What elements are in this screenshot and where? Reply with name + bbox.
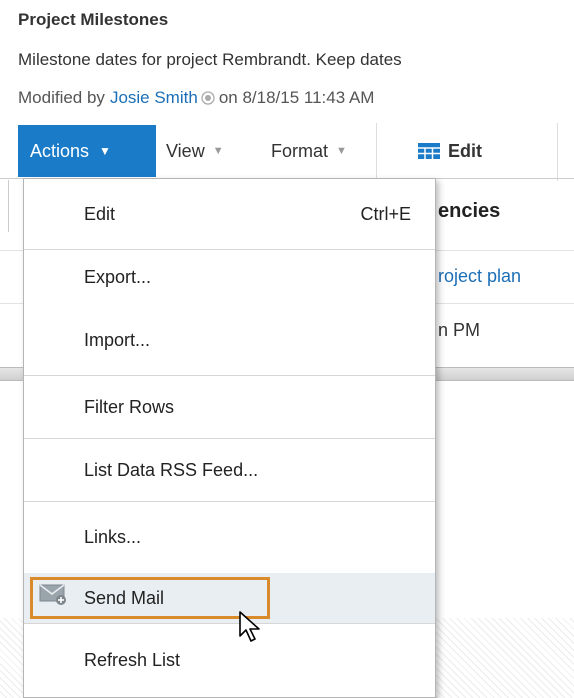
modified-info: Modified by Josie Smith on 8/18/15 11:43…: [18, 88, 374, 108]
menu-item-filter-rows[interactable]: Filter Rows: [24, 376, 435, 438]
modified-date: on 8/18/15 11:43 AM: [218, 88, 375, 107]
menu-item-links[interactable]: Links...: [24, 502, 435, 573]
page-title: Project Milestones: [18, 10, 169, 29]
actions-label: Actions: [30, 140, 90, 161]
menu-item-label: Links...: [84, 527, 142, 547]
presence-icon[interactable]: [201, 91, 215, 105]
menu-item-import[interactable]: Import...: [24, 305, 435, 375]
modified-user-link[interactable]: Josie Smith: [110, 88, 198, 108]
menu-item-label: Refresh List: [84, 649, 181, 670]
menu-item-label: List Data RSS Feed...: [84, 459, 259, 480]
toolbar: Actions ▼ View ▼ Format ▼ Edit: [0, 123, 574, 181]
menu-item-rss-feed[interactable]: List Data RSS Feed...: [24, 439, 435, 501]
caret-down-icon: ▼: [212, 145, 224, 157]
menu-item-export[interactable]: Export...: [24, 250, 435, 305]
mail-icon: [39, 584, 66, 605]
menu-item-send-mail[interactable]: Send Mail: [24, 573, 435, 623]
menu-item-label: Send Mail: [84, 587, 165, 608]
table-cell: n PM: [438, 320, 481, 340]
menu-item-edit[interactable]: Edit Ctrl+E: [24, 179, 435, 249]
menu-item-shortcut: Ctrl+E: [360, 203, 411, 224]
actions-dropdown-menu: Edit Ctrl+E Export... Import... Filter R…: [23, 178, 436, 698]
edit-button[interactable]: Edit: [418, 125, 482, 177]
menu-item-label: Filter Rows: [84, 396, 175, 417]
menu-item-refresh-list[interactable]: Refresh List: [24, 624, 435, 696]
menu-item-label: Edit: [84, 203, 116, 224]
format-label: Format: [271, 140, 329, 161]
toolbar-divider: [376, 123, 377, 181]
modified-prefix: Modified by: [18, 88, 105, 107]
column-header-dependencies[interactable]: encies: [438, 200, 500, 223]
view-label: View: [166, 140, 205, 161]
mouse-pointer-icon: [239, 611, 260, 642]
actions-menu-button[interactable]: Actions ▼: [18, 125, 156, 177]
table-cell-link[interactable]: roject plan: [438, 266, 521, 287]
edit-label: Edit: [448, 140, 482, 161]
menu-item-label: Import...: [84, 329, 151, 350]
caret-down-icon: ▼: [336, 145, 347, 157]
view-menu-button[interactable]: View ▼: [166, 125, 224, 177]
column-divider: [8, 180, 9, 232]
list-description: Milestone dates for project Rembrandt. K…: [18, 50, 402, 69]
format-menu-button[interactable]: Format ▼: [271, 125, 347, 177]
caret-down-icon: ▼: [99, 144, 111, 158]
toolbar-divider: [557, 123, 558, 181]
table-edit-icon: [418, 143, 440, 159]
menu-item-label: Export...: [84, 267, 152, 287]
